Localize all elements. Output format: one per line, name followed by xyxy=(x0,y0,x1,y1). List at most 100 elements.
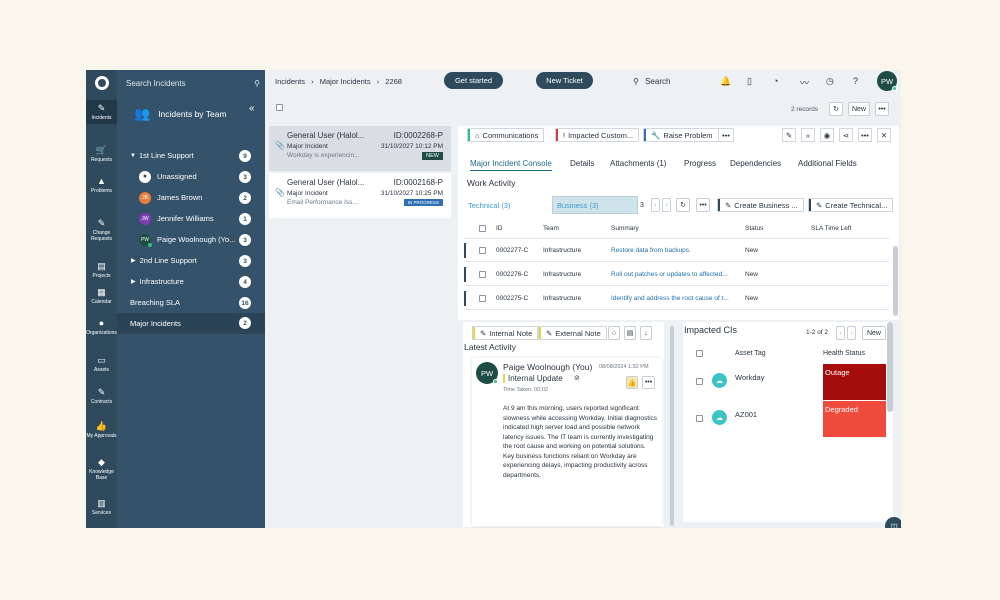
external-note-button[interactable]: ✎ External Note xyxy=(538,326,607,340)
internal-note-button[interactable]: ✎ Internal Note xyxy=(472,326,539,340)
next-icon[interactable]: › xyxy=(847,326,856,340)
row-checkbox[interactable] xyxy=(696,415,703,422)
new-ticket-button[interactable]: New Ticket xyxy=(536,72,593,89)
tab-progress[interactable]: Progress xyxy=(684,159,716,168)
global-search-input[interactable]: Search xyxy=(645,77,670,86)
user-avatar[interactable]: PW xyxy=(877,71,897,91)
filter-icon[interactable]: ▤ xyxy=(624,326,636,340)
share-icon[interactable]: ⋖ xyxy=(839,128,853,142)
tab-dependencies[interactable]: Dependencies xyxy=(730,159,781,168)
new-ci-button[interactable]: New xyxy=(862,326,886,340)
panel-search-input[interactable]: Search Incidents xyxy=(126,79,186,88)
app-logo[interactable] xyxy=(86,70,117,96)
breadcrumb-incidents[interactable]: Incidents xyxy=(275,77,305,86)
asset-tag[interactable]: AZ001 xyxy=(735,410,757,419)
refresh-icon[interactable]: ↻ xyxy=(829,102,843,116)
scrollbar[interactable] xyxy=(887,322,893,412)
sort-icon[interactable]: ↓ xyxy=(640,326,652,340)
rail-item-requests[interactable]: 🛒 Requests xyxy=(86,142,117,166)
rail-item-projects[interactable]: ▤ Projects xyxy=(86,258,117,282)
asset-tag[interactable]: Workday xyxy=(735,373,764,382)
clipboard-icon[interactable]: ▯ xyxy=(747,76,752,87)
note-marker xyxy=(503,374,505,383)
chat-icon[interactable]: ○ xyxy=(608,326,620,340)
more-icon[interactable]: ••• xyxy=(696,198,710,212)
rail-item-problems[interactable]: ▲ Problems xyxy=(86,173,117,197)
row-checkbox[interactable] xyxy=(479,246,486,254)
rail-item-knowledge-base[interactable]: ◆ Knowledge Base xyxy=(86,454,117,484)
chat-launcher-icon[interactable]: ◫ xyxy=(885,517,901,528)
table-row[interactable]: 0002276-C Infrastructure Roll out patche… xyxy=(464,263,889,286)
rail-item-assets[interactable]: ▭ Assets xyxy=(86,352,117,376)
ci-row[interactable]: ☁ Workday Outage xyxy=(688,364,886,400)
team-member-jennifer-williams[interactable]: JW Jennifer Williams 1 xyxy=(117,209,265,228)
filter-major-incidents[interactable]: Major Incidents 2 xyxy=(117,313,265,334)
more-icon[interactable]: ••• xyxy=(642,376,655,389)
close-icon[interactable]: ✕ xyxy=(877,128,891,142)
scrollbar[interactable] xyxy=(893,246,898,316)
select-all-checkbox[interactable] xyxy=(696,350,703,357)
rail-item-services[interactable]: ▥ Services xyxy=(86,495,117,519)
clock-icon[interactable]: ◷ xyxy=(826,76,834,87)
group-1st-line-support[interactable]: ▼ 1st Line Support 9 xyxy=(117,146,265,165)
ticket-card[interactable]: 📎 General User (Halol... ID:0002268-P Maj… xyxy=(269,126,451,171)
create-business-button[interactable]: ✎ Create Business ... xyxy=(717,198,804,212)
scrollbar[interactable] xyxy=(670,326,674,526)
tab-attachments[interactable]: Attachments (1) xyxy=(610,159,666,168)
ci-row[interactable]: ☁ AZ001 Degraded xyxy=(688,401,886,437)
ticket-card[interactable]: 📎 General User (Halol... ID:0002168-P Maj… xyxy=(269,173,451,218)
tab-additional-fields[interactable]: Additional Fields xyxy=(798,159,857,168)
thumbs-up-icon[interactable]: 👍 xyxy=(626,376,638,389)
group-2nd-line-support[interactable]: ▶ 2nd Line Support 3 xyxy=(117,251,265,270)
more-icon[interactable]: ••• xyxy=(858,128,872,142)
bell-icon[interactable]: 🔔 xyxy=(720,76,731,87)
collapse-panel-icon[interactable]: « xyxy=(249,103,255,114)
edit-icon[interactable]: ✎ xyxy=(782,128,796,142)
create-technical-button[interactable]: ✎ Create Technical... xyxy=(808,198,894,212)
group-infrastructure[interactable]: ▶ Infrastructure 4 xyxy=(117,272,265,291)
get-started-button[interactable]: Get started xyxy=(444,72,503,89)
team-member-unassigned[interactable]: ● Unassigned 3 xyxy=(117,167,265,186)
rail-item-calendar[interactable]: ▦ Calendar xyxy=(86,284,117,308)
breadcrumb-major-incidents[interactable]: Major Incidents xyxy=(320,77,371,86)
team-member-paige-woolnough[interactable]: PW Paige Woolnough (Yo... 3 xyxy=(117,230,265,249)
table-row[interactable]: 0002275-C Infrastructure Identify and ad… xyxy=(464,287,889,310)
team-member-james-brown[interactable]: JB James Brown 2 xyxy=(117,188,265,207)
row-checkbox[interactable] xyxy=(479,270,486,278)
rail-item-contracts[interactable]: ✎ Contracts xyxy=(86,384,117,408)
dashboard-icon[interactable]: ◔ xyxy=(773,76,778,86)
row-checkbox[interactable] xyxy=(696,378,703,385)
rail-item-organizations[interactable]: ● Organizations xyxy=(86,315,117,339)
rail-item-incidents[interactable]: ✎ Incidents xyxy=(86,100,117,124)
tab-major-incident-console[interactable]: Major Incident Console xyxy=(470,159,552,171)
prev-icon[interactable]: ‹ xyxy=(651,198,660,212)
row-summary[interactable]: Restore data from backups. xyxy=(611,247,691,254)
row-checkbox[interactable] xyxy=(479,294,486,302)
select-all-checkbox[interactable] xyxy=(479,224,486,232)
rail-item-change-requests[interactable]: ✎ Change Requests xyxy=(86,215,117,245)
raise-problem-button[interactable]: 🔧 Raise Problem xyxy=(643,128,719,142)
panel-search[interactable]: Search Incidents ⚲ xyxy=(126,77,260,89)
more-icon[interactable]: ••• xyxy=(718,128,734,142)
back-icon[interactable]: « xyxy=(801,128,815,142)
rail-item-my-approvals[interactable]: 👍 My Approvals xyxy=(86,418,117,442)
impacted-customers-button[interactable]: ! Impacted Custom... xyxy=(555,128,640,142)
refresh-icon[interactable]: ↻ xyxy=(676,198,690,212)
filter-breaching-sla[interactable]: Breaching SLA 16 xyxy=(117,293,265,312)
prev-icon[interactable]: ‹ xyxy=(836,326,845,340)
next-icon[interactable]: › xyxy=(662,198,671,212)
row-summary[interactable]: Roll out patches or updates to affected.… xyxy=(611,271,728,278)
communications-button[interactable]: ⌂ Communications xyxy=(467,128,545,142)
global-search[interactable]: ⚲ Search xyxy=(633,77,670,86)
eye-icon[interactable]: ◉ xyxy=(820,128,834,142)
tab-details[interactable]: Details xyxy=(570,159,594,168)
rss-icon[interactable]: 〰 xyxy=(800,76,809,89)
more-icon[interactable]: ••• xyxy=(875,102,889,116)
tab-business[interactable]: Business (3) xyxy=(552,196,638,214)
select-all-checkbox[interactable] xyxy=(276,104,283,111)
tab-technical[interactable]: Technical (3) xyxy=(464,196,548,214)
table-row[interactable]: 0002277-C Infrastructure Restore data fr… xyxy=(464,239,889,262)
help-icon[interactable]: ? xyxy=(853,76,858,86)
new-record-button[interactable]: New xyxy=(848,102,870,116)
row-summary[interactable]: Identify and address the root cause of t… xyxy=(611,295,729,302)
